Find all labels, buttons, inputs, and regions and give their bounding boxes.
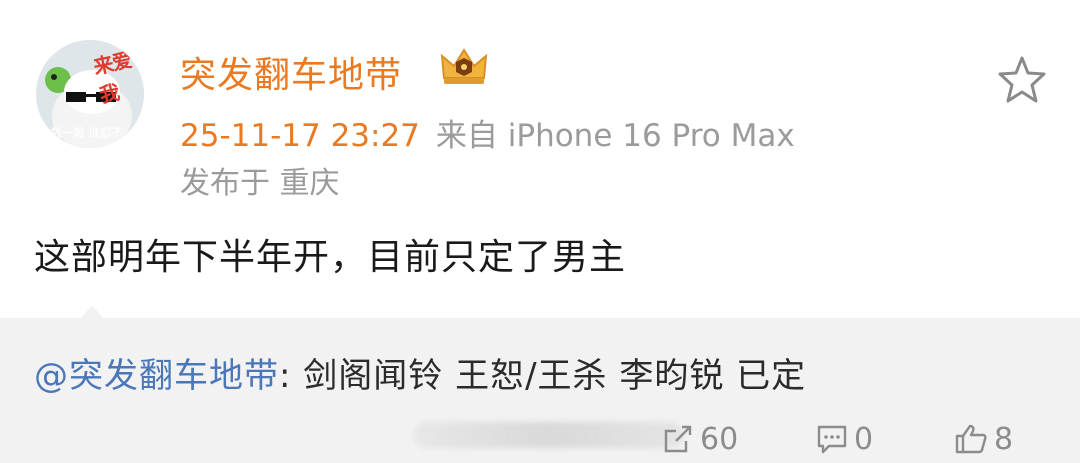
repost-pointer [80,306,104,318]
post-source: 来自 iPhone 16 Pro Max [435,118,795,154]
post-content: 这部明年下半年开，目前只定了男主 [34,237,627,278]
blurred-overlay [414,422,684,448]
weibo-post: 来爱我 戴一戴 谁都不 突发翻车地带 25-11-17 23:27 来自 iPho… [0,0,1080,463]
post-meta: 25-11-17 23:27 来自 iPhone 16 Pro Max [180,110,795,155]
avatar-subtext: 戴一戴 谁都不 [50,126,123,140]
repost-icon [664,425,692,453]
comment-button[interactable]: 0 [816,421,874,457]
vip-crown-icon[interactable] [438,44,490,88]
repost-button[interactable]: 60 [662,421,739,457]
avatar[interactable]: 来爱我 戴一戴 谁都不 [36,40,144,148]
repost-block[interactable]: @突发翻车地带: 剑阁闻铃 王恕/王杀 李昀锐 已定 60 0 8 [0,318,1080,463]
like-count: 8 [994,421,1014,457]
repost-body: : 剑阁闻铃 王恕/王杀 李昀锐 已定 [279,356,807,396]
repost-text: @突发翻车地带: 剑阁闻铃 王恕/王杀 李昀锐 已定 [34,348,806,397]
comment-icon [817,425,847,454]
username[interactable]: 突发翻车地带 [180,46,402,98]
repost-mention[interactable]: @突发翻车地带 [34,356,279,396]
like-icon [955,424,987,454]
post-timestamp[interactable]: 25-11-17 23:27 [180,118,420,154]
star-icon[interactable] [996,54,1048,104]
like-button[interactable]: 8 [954,421,1014,457]
post-location: 发布于 重庆 [180,166,340,201]
comment-count: 0 [854,421,874,457]
repost-count: 60 [700,421,739,457]
